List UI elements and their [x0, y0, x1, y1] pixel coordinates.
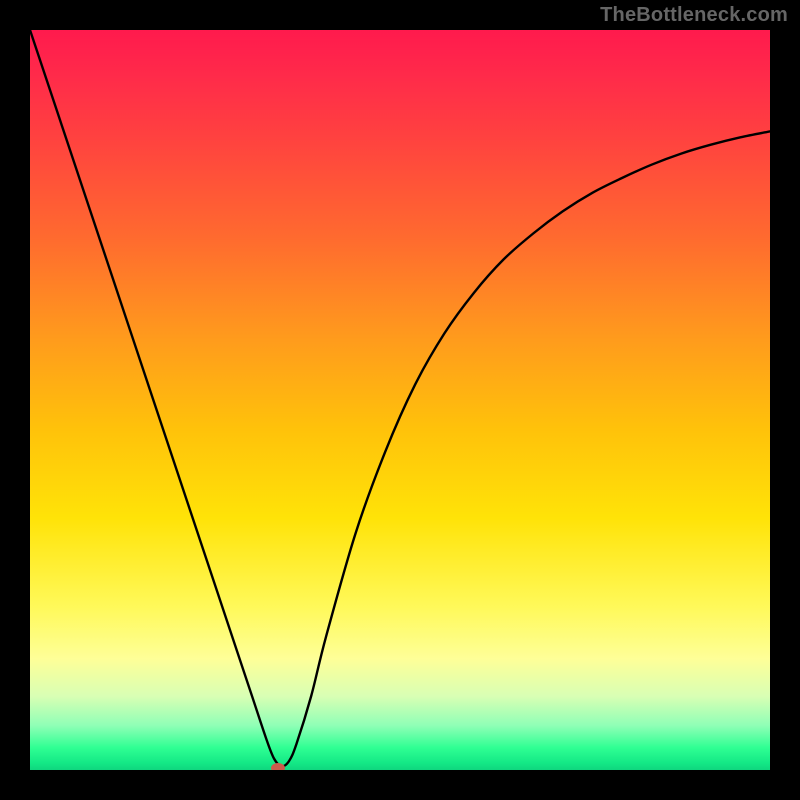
chart-frame: TheBottleneck.com: [0, 0, 800, 800]
curve-svg: [30, 30, 770, 770]
curve-path: [30, 30, 770, 766]
marker-dot: [271, 763, 285, 770]
watermark-text: TheBottleneck.com: [600, 4, 788, 27]
plot-area: [30, 30, 770, 770]
